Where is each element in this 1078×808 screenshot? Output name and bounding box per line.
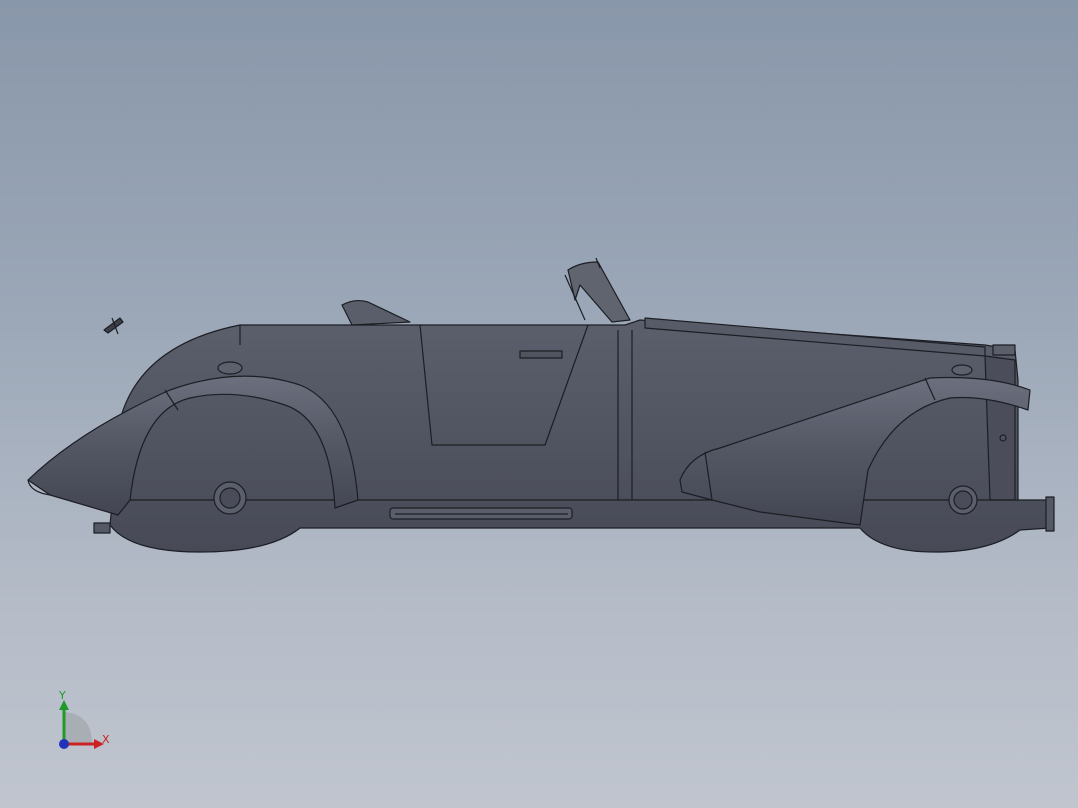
front-light <box>951 364 973 376</box>
x-axis-label: X <box>102 733 110 746</box>
rear-hub-inner <box>219 487 241 509</box>
car-body <box>27 257 1055 553</box>
seat-back <box>341 299 411 326</box>
radiator-panel <box>984 355 1016 501</box>
rear-antenna <box>103 317 124 335</box>
rear-bumper-stub <box>93 522 111 534</box>
radiator-cap <box>992 344 1016 356</box>
rear-light <box>217 361 243 375</box>
y-axis-label: Y <box>59 689 66 702</box>
car-model[interactable] <box>0 0 1078 808</box>
main-hull <box>109 319 1051 553</box>
windscreen <box>567 261 631 323</box>
crank-hole <box>999 434 1007 442</box>
front-bumper-end <box>1045 496 1055 532</box>
graphics-viewport[interactable]: Y X <box>0 0 1078 808</box>
door-handle <box>519 350 563 359</box>
front-hub-inner <box>953 490 973 510</box>
